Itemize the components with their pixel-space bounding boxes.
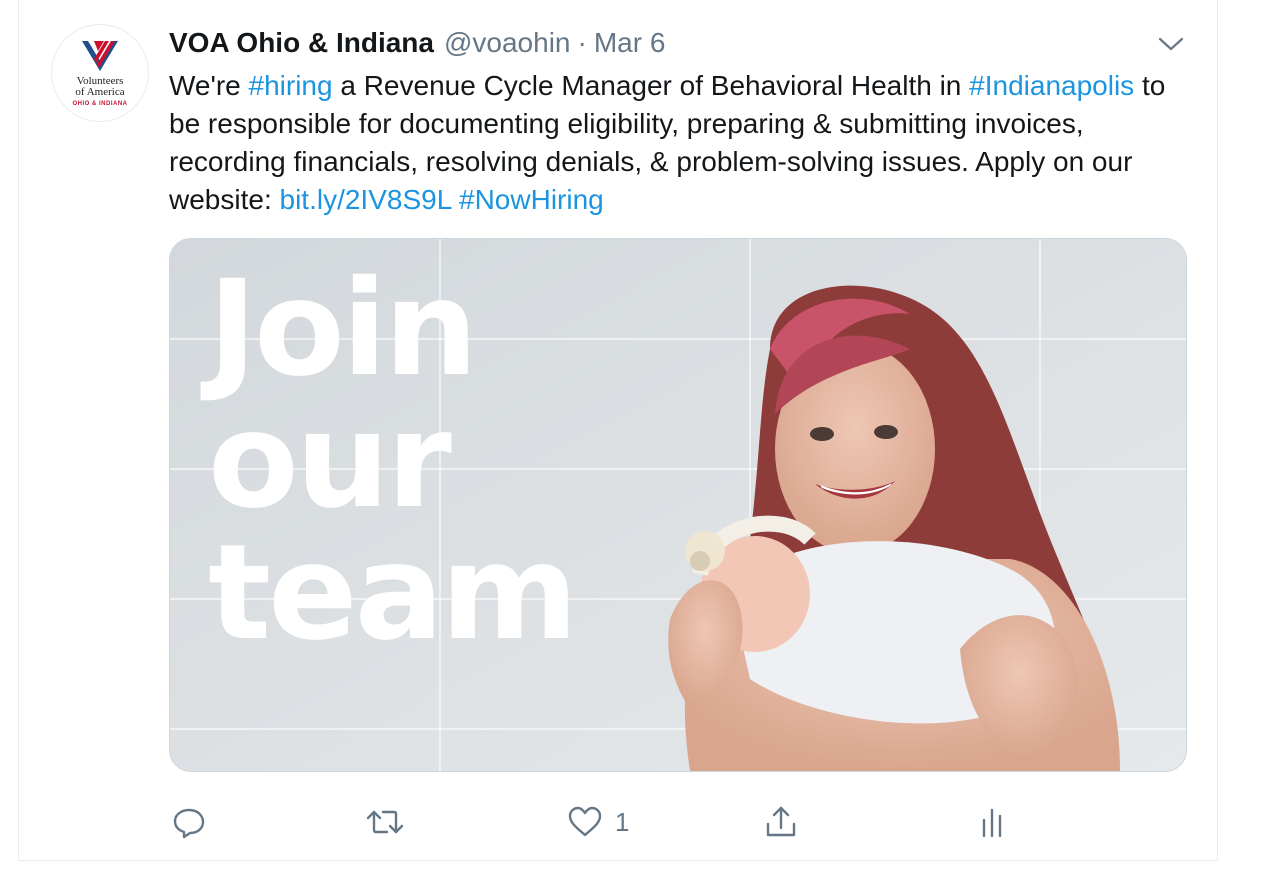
text-segment: a Revenue Cycle Manager of Behavioral He… xyxy=(332,70,970,101)
logo-text-line3: OHIO & INDIANA xyxy=(72,101,128,107)
avatar[interactable]: Volunteers of America OHIO & INDIANA xyxy=(51,24,149,122)
more-options-button[interactable] xyxy=(1157,34,1185,54)
analytics-button[interactable] xyxy=(977,800,1007,844)
chevron-down-icon xyxy=(1158,37,1184,51)
like-count: 1 xyxy=(615,806,630,837)
media-headline: Join our team xyxy=(208,263,628,659)
headline-line3: team xyxy=(208,516,578,670)
action-bar: 1 xyxy=(169,800,1029,844)
hashtag-hiring-link[interactable]: #hiring xyxy=(249,70,333,101)
media-image[interactable]: Join our team xyxy=(169,238,1187,772)
share-icon xyxy=(766,806,796,837)
like-button[interactable]: 1 xyxy=(567,800,629,844)
tweet-header: VOA Ohio & Indiana @voaohin · Mar 6 xyxy=(169,27,665,61)
retweet-button[interactable] xyxy=(365,800,405,844)
website-link[interactable]: bit.ly/2IV8S9L xyxy=(280,184,452,215)
hashtag-nowhiring-link[interactable]: #NowHiring xyxy=(459,184,604,215)
headline-line1: Join xyxy=(208,252,478,406)
reply-button[interactable] xyxy=(171,800,207,844)
share-button[interactable] xyxy=(763,800,799,844)
tweet-card[interactable]: Volunteers of America OHIO & INDIANA VOA… xyxy=(18,0,1218,861)
heart-icon xyxy=(568,806,602,837)
headline-line2: our xyxy=(208,384,452,538)
user-handle[interactable]: @voaohin xyxy=(444,27,571,59)
tweet-date[interactable]: Mar 6 xyxy=(594,27,666,59)
hashtag-indianapolis-link[interactable]: #Indianapolis xyxy=(969,70,1134,101)
text-segment xyxy=(451,184,459,215)
reply-icon xyxy=(173,808,205,839)
tweet-text: We're #hiring a Revenue Cycle Manager of… xyxy=(169,67,1179,219)
analytics-icon xyxy=(982,808,1002,838)
display-name[interactable]: VOA Ohio & Indiana xyxy=(169,27,434,59)
separator-dot: · xyxy=(577,27,587,58)
retweet-icon xyxy=(366,810,404,834)
logo-text-line2: of America xyxy=(75,86,125,98)
text-segment: We're xyxy=(169,70,249,101)
